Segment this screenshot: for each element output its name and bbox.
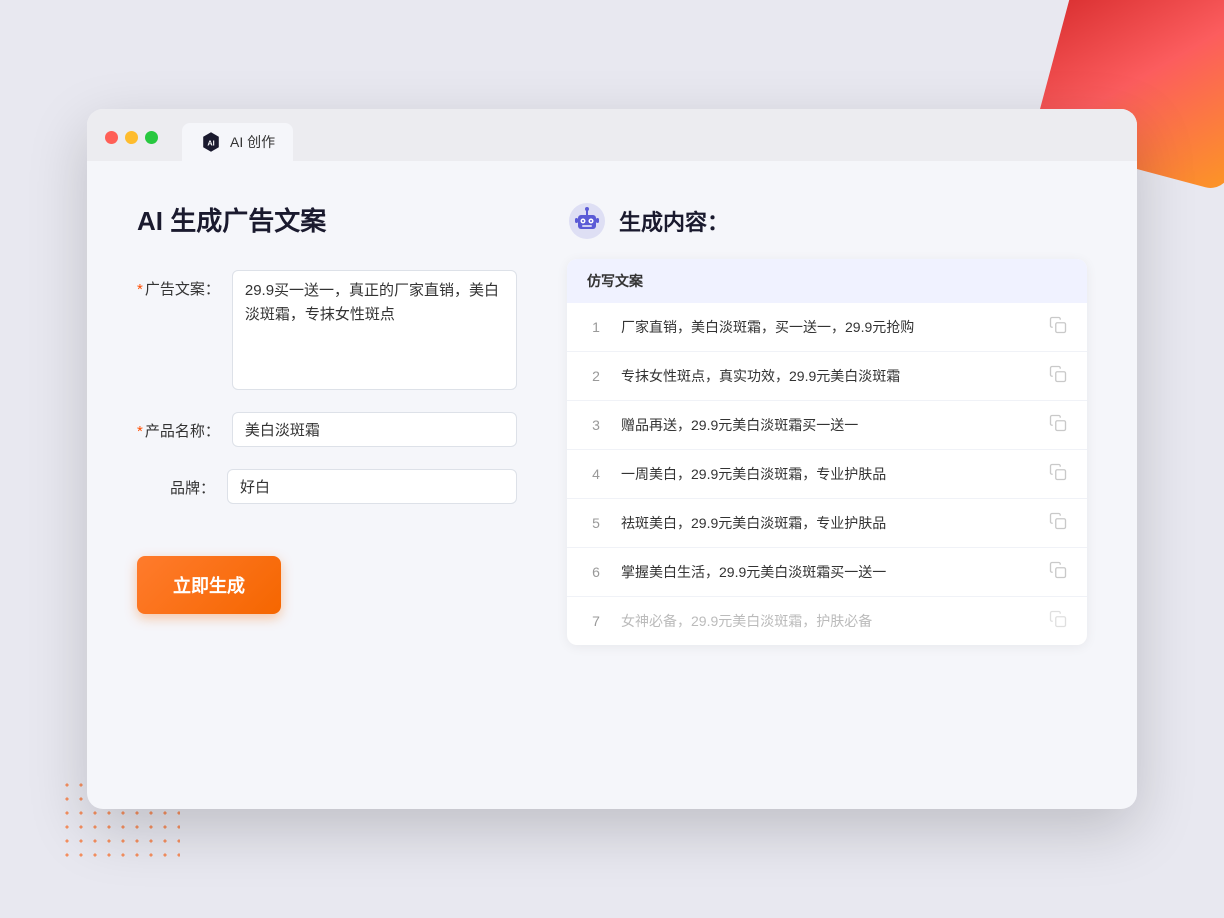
table-row: 1 厂家直销，美白淡斑霜，买一送一，29.9元抢购 [567,303,1087,352]
row-text: 厂家直销，美白淡斑霜，买一送一，29.9元抢购 [621,317,1033,338]
maximize-button[interactable] [145,131,158,144]
row-number: 7 [587,613,605,629]
robot-icon [567,201,607,241]
copy-icon[interactable] [1049,463,1067,485]
required-star-product: * [137,423,143,440]
brand-input[interactable] [227,469,517,504]
row-text: 专抹女性斑点，真实功效，29.9元美白淡斑霜 [621,366,1033,387]
right-panel: 生成内容： 仿写文案 1 厂家直销，美白淡斑霜，买一送一，29.9元抢购 2 专抹女性… [567,201,1087,645]
row-number: 2 [587,368,605,384]
ai-tab-icon: AI [200,131,222,153]
copy-icon[interactable] [1049,365,1067,387]
row-text: 掌握美白生活，29.9元美白淡斑霜买一送一 [621,562,1033,583]
table-row: 3 赠品再送，29.9元美白淡斑霜买一送一 [567,401,1087,450]
brand-group: 品牌： [137,469,517,504]
browser-chrome: AI AI 创作 [87,109,1137,161]
svg-text:AI: AI [207,139,214,148]
product-name-input[interactable] [232,412,517,447]
copy-icon[interactable] [1049,610,1067,632]
browser-window: AI AI 创作 AI 生成广告文案 *广告文案： *产品名称： [87,109,1137,809]
product-name-label: *产品名称： [137,412,232,441]
row-text: 一周美白，29.9元美白淡斑霜，专业护肤品 [621,464,1033,485]
row-number: 4 [587,466,605,482]
browser-tab[interactable]: AI AI 创作 [182,123,293,161]
row-number: 3 [587,417,605,433]
row-number: 6 [587,564,605,580]
minimize-button[interactable] [125,131,138,144]
table-header: 仿写文案 [567,259,1087,303]
table-row: 6 掌握美白生活，29.9元美白淡斑霜买一送一 [567,548,1087,597]
required-star-ad: * [137,281,143,298]
generate-button[interactable]: 立即生成 [137,556,281,614]
copy-icon[interactable] [1049,561,1067,583]
table-row: 4 一周美白，29.9元美白淡斑霜，专业护肤品 [567,450,1087,499]
browser-content: AI 生成广告文案 *广告文案： *产品名称： 品牌： 立 [87,161,1137,685]
results-title: 生成内容： [619,205,729,237]
close-button[interactable] [105,131,118,144]
tab-label: AI 创作 [230,132,275,152]
table-row: 7 女神必备，29.9元美白淡斑霜，护肤必备 [567,597,1087,645]
row-number: 5 [587,515,605,531]
left-panel: AI 生成广告文案 *广告文案： *产品名称： 品牌： 立 [137,201,517,645]
ad-copy-group: *广告文案： [137,270,517,390]
table-row: 5 祛斑美白，29.9元美白淡斑霜，专业护肤品 [567,499,1087,548]
table-row: 2 专抹女性斑点，真实功效，29.9元美白淡斑霜 [567,352,1087,401]
results-header: 生成内容： [567,201,1087,241]
ad-copy-input[interactable] [232,270,517,390]
page-title: AI 生成广告文案 [137,201,517,238]
row-text: 女神必备，29.9元美白淡斑霜，护肤必备 [621,611,1033,632]
product-name-group: *产品名称： [137,412,517,447]
results-list: 1 厂家直销，美白淡斑霜，买一送一，29.9元抢购 2 专抹女性斑点，真实功效，29.… [567,303,1087,645]
row-number: 1 [587,319,605,335]
ad-copy-label: *广告文案： [137,270,232,299]
results-table: 仿写文案 1 厂家直销，美白淡斑霜，买一送一，29.9元抢购 2 专抹女性斑点，真实功… [567,259,1087,645]
copy-icon[interactable] [1049,316,1067,338]
row-text: 祛斑美白，29.9元美白淡斑霜，专业护肤品 [621,513,1033,534]
brand-label: 品牌： [137,469,227,498]
row-text: 赠品再送，29.9元美白淡斑霜买一送一 [621,415,1033,436]
copy-icon[interactable] [1049,414,1067,436]
traffic-lights [105,131,158,154]
copy-icon[interactable] [1049,512,1067,534]
